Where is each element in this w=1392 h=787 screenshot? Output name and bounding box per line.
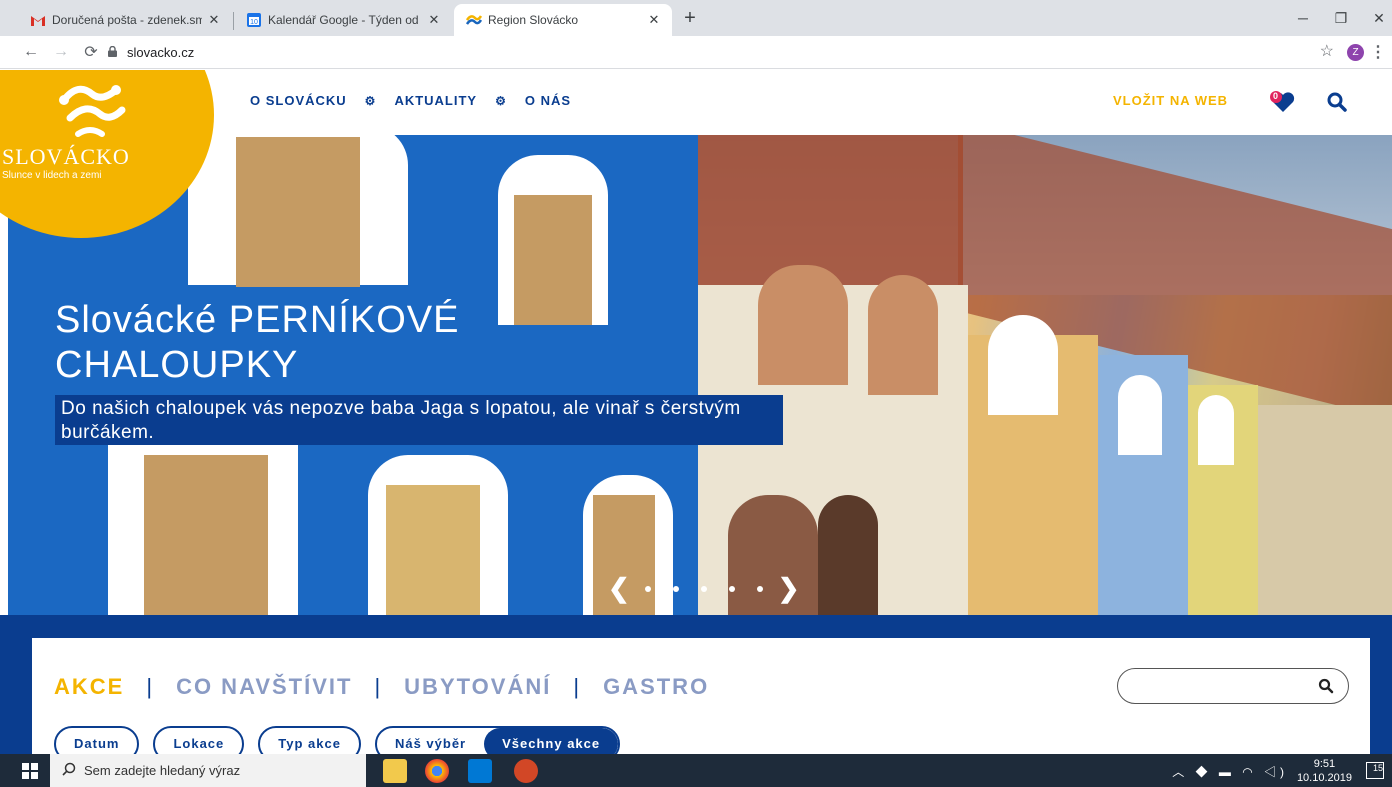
address-bar[interactable]: slovacko.cz bbox=[108, 41, 194, 63]
taskbar-search-placeholder: Sem zadejte hledaný výraz bbox=[84, 763, 241, 778]
system-tray-icons[interactable]: ︿ ◆ ▬ ◠ ◁) bbox=[1172, 763, 1288, 780]
events-search-input[interactable] bbox=[1117, 668, 1349, 704]
hero-door bbox=[818, 495, 878, 615]
action-center-icon[interactable]: 15 bbox=[1366, 762, 1384, 779]
close-tab-icon[interactable]: ✕ bbox=[646, 12, 662, 28]
notification-count: 15 bbox=[1372, 763, 1383, 773]
hero-shutter bbox=[144, 455, 268, 615]
filter-typ-akce-button[interactable]: Typ akce bbox=[258, 726, 361, 754]
selection-toggle: Náš výběr Všechny akce bbox=[374, 726, 621, 754]
search-icon bbox=[62, 762, 76, 779]
carousel-dot[interactable] bbox=[756, 585, 763, 592]
hero-title-line-2: CHALOUPKY bbox=[55, 344, 299, 386]
favorites-heart-icon[interactable]: 0 bbox=[1268, 90, 1298, 114]
hero-end-house bbox=[1258, 405, 1392, 615]
add-to-web-link[interactable]: VLOŽIT NA WEB bbox=[1113, 93, 1228, 108]
filter-bar: Datum Lokace Typ akce Náš výběr Všechny … bbox=[54, 726, 621, 754]
carousel-prev-icon[interactable]: ❮ bbox=[608, 573, 630, 604]
new-tab-button[interactable]: + bbox=[678, 6, 702, 30]
profile-avatar[interactable]: Z bbox=[1347, 44, 1364, 61]
tab-separator: | bbox=[374, 674, 383, 699]
tab-ubytovani[interactable]: UBYTOVÁNÍ bbox=[404, 674, 551, 700]
hero-window bbox=[1198, 395, 1234, 465]
gmail-icon bbox=[30, 12, 46, 28]
tab-gmail[interactable]: Doručená pošta - zdenek.smyd@ ✕ bbox=[18, 4, 232, 36]
reload-icon[interactable]: ⟳ bbox=[80, 41, 102, 63]
filter-datum-button[interactable]: Datum bbox=[54, 726, 140, 754]
hero-window bbox=[1118, 375, 1162, 455]
search-icon[interactable] bbox=[1318, 678, 1334, 694]
gear-bullet-icon: ⚙ bbox=[495, 93, 507, 108]
back-arrow-icon[interactable]: ← bbox=[20, 41, 42, 63]
website-viewport: O SLOVÁCKU ⚙ AKTUALITY ⚙ O NÁS VLOŽIT NA… bbox=[0, 70, 1392, 754]
carousel-next-icon[interactable]: ❯ bbox=[778, 573, 800, 604]
tab-gastro[interactable]: GASTRO bbox=[603, 674, 709, 700]
carousel-dot[interactable] bbox=[728, 585, 735, 592]
hero-shutter bbox=[236, 137, 360, 287]
slovacko-logo-mark bbox=[59, 85, 126, 137]
category-tabs: AKCE | CO NAVŠTÍVIT | UBYTOVÁNÍ | GASTRO bbox=[54, 674, 709, 700]
close-window-icon[interactable]: ✕ bbox=[1356, 0, 1392, 36]
nav-o-nas[interactable]: O NÁS bbox=[525, 93, 571, 108]
close-tab-icon[interactable]: ✕ bbox=[206, 12, 222, 28]
toggle-vsechny-akce[interactable]: Všechny akce bbox=[484, 728, 619, 754]
tab-title: Region Slovácko bbox=[488, 13, 579, 27]
tab-slovacko[interactable]: Region Slovácko ✕ bbox=[454, 4, 672, 36]
logo-name: SLOVÁCKO bbox=[2, 144, 130, 169]
carousel-dot[interactable] bbox=[644, 585, 651, 592]
windows-start-icon[interactable] bbox=[22, 763, 38, 779]
bookmark-star-icon[interactable]: ☆ bbox=[1320, 41, 1334, 61]
close-tab-icon[interactable]: ✕ bbox=[426, 12, 442, 28]
taskbar-clock[interactable]: 9:51 10.10.2019 bbox=[1297, 757, 1352, 785]
toggle-nas-vyber[interactable]: Náš výběr bbox=[377, 728, 484, 754]
favorites-count: 0 bbox=[1273, 91, 1279, 101]
nav-aktuality[interactable]: AKTUALITY bbox=[394, 93, 477, 108]
tab-title: Kalendář Google - Týden od 7. říj bbox=[268, 13, 422, 27]
browser-toolbar: ← → ⟳ slovacko.cz ☆ Z ⋮ bbox=[0, 36, 1392, 69]
tab-separator: | bbox=[146, 674, 155, 699]
hero-door bbox=[386, 485, 480, 615]
hero-carousel[interactable]: Slovácké PERNÍKOVÉ CHALOUPKY Do našich c… bbox=[8, 135, 1392, 615]
carousel-controls: ❮ ❯ bbox=[608, 573, 800, 604]
filter-lokace-button[interactable]: Lokace bbox=[153, 726, 245, 754]
windows-taskbar: Sem zadejte hledaný výraz ︿ ◆ ▬ ◠ ◁) 9:5… bbox=[0, 754, 1392, 787]
hero-window bbox=[988, 315, 1058, 415]
hero-window bbox=[868, 275, 938, 395]
powerpoint-icon[interactable] bbox=[514, 759, 538, 783]
gear-bullet-icon: ⚙ bbox=[364, 93, 377, 108]
browser-menu-icon[interactable]: ⋮ bbox=[1370, 42, 1386, 62]
tab-separator: | bbox=[573, 674, 582, 699]
tab-title: Doručená pošta - zdenek.smyd@ bbox=[52, 13, 202, 27]
url-text: slovacko.cz bbox=[127, 44, 195, 60]
forward-arrow-icon[interactable]: → bbox=[50, 41, 72, 63]
taskbar-search-input[interactable]: Sem zadejte hledaný výraz bbox=[50, 754, 366, 787]
logo-tagline: Slunce v lidech a zemi bbox=[2, 170, 102, 181]
events-panel: AKCE | CO NAVŠTÍVIT | UBYTOVÁNÍ | GASTRO… bbox=[32, 638, 1370, 754]
main-navigation: O SLOVÁCKU ⚙ AKTUALITY ⚙ O NÁS bbox=[250, 93, 571, 108]
chrome-icon[interactable] bbox=[425, 759, 449, 783]
nav-o-slovacku[interactable]: O SLOVÁCKU bbox=[250, 93, 347, 108]
carousel-dot[interactable] bbox=[672, 585, 679, 592]
site-search-icon[interactable] bbox=[1326, 91, 1348, 113]
hero-shutter bbox=[514, 195, 592, 325]
slovacko-favicon bbox=[466, 12, 482, 28]
tab-calendar[interactable]: 10 Kalendář Google - Týden od 7. říj ✕ bbox=[234, 4, 452, 36]
tab-co-navstivit[interactable]: CO NAVŠTÍVIT bbox=[176, 674, 352, 700]
outlook-icon[interactable] bbox=[468, 759, 492, 783]
calendar-icon: 10 bbox=[246, 12, 262, 28]
tab-akce[interactable]: AKCE bbox=[54, 674, 124, 700]
browser-tab-strip: Doručená pošta - zdenek.smyd@ ✕ 10 Kalen… bbox=[0, 0, 1392, 36]
lock-icon bbox=[108, 45, 117, 60]
clock-time: 9:51 bbox=[1313, 758, 1336, 770]
file-explorer-icon[interactable] bbox=[383, 759, 407, 783]
hero-title: Slovácké PERNÍKOVÉ CHALOUPKY bbox=[55, 298, 459, 388]
hero-window bbox=[758, 265, 848, 385]
hero-title-line-1: Slovácké PERNÍKOVÉ bbox=[55, 299, 460, 341]
carousel-dot[interactable] bbox=[700, 585, 707, 592]
svg-text:10: 10 bbox=[250, 19, 258, 26]
clock-date: 10.10.2019 bbox=[1296, 772, 1352, 784]
hero-subtitle: Do našich chaloupek vás nepozve baba Jag… bbox=[55, 395, 783, 445]
